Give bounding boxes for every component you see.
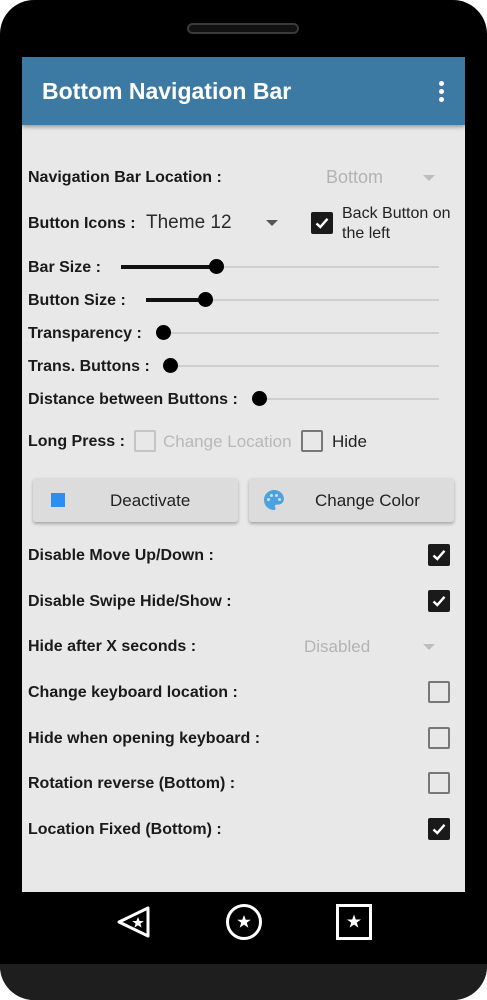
stop-square-icon [51,493,65,507]
chevron-down-icon [423,644,435,650]
hide-checkbox[interactable] [301,430,323,452]
back-button-left-checkbox[interactable] [311,212,333,234]
location-fixed-checkbox[interactable] [428,818,450,840]
change-location-label: Change Location [163,432,292,451]
button-icons-value: Theme 12 [146,212,232,233]
chevron-down-icon [266,220,278,226]
back-triangle-icon[interactable] [116,904,152,940]
disable-move-label: Disable Move Up/Down : [28,547,214,564]
rotation-label: Rotation reverse (Bottom) : [28,775,236,792]
chevron-down-icon [423,175,435,181]
change-keyboard-label: Change keyboard location : [28,684,238,701]
long-press-label: Long Press : [28,433,125,450]
back-button-left-label-line2: the left [342,225,391,242]
phone-chin [0,964,487,1000]
phone-frame: Bottom Navigation Bar Navigation Bar Loc… [0,0,487,1000]
disable-swipe-checkbox[interactable] [428,590,450,612]
button-size-slider[interactable] [146,292,439,307]
hide-keyboard-label: Hide when opening keyboard : [28,730,261,747]
hide-keyboard-checkbox[interactable] [428,727,450,749]
distance-label: Distance between Buttons : [28,391,238,408]
disable-move-checkbox[interactable] [428,544,450,566]
recents-square-star-icon[interactable] [335,903,373,941]
more-vert-icon[interactable] [439,81,445,103]
disable-swipe-label: Disable Swipe Hide/Show : [28,593,232,610]
button-size-label: Button Size : [28,292,126,309]
location-fixed-label: Location Fixed (Bottom) : [28,821,222,838]
hide-after-label: Hide after X seconds : [28,638,197,655]
transparency-label: Transparency : [28,325,142,342]
hide-after-value: Disabled [304,637,371,656]
trans-buttons-label: Trans. Buttons : [28,358,150,375]
slider-thumb[interactable] [198,292,213,307]
transparency-slider[interactable] [156,325,439,340]
slider-thumb[interactable] [252,391,267,406]
change-keyboard-checkbox[interactable] [428,681,450,703]
bar-size-slider[interactable] [121,259,439,274]
app-bar: Bottom Navigation Bar [22,57,465,125]
deactivate-button[interactable]: Deactivate [33,478,238,522]
bar-size-label: Bar Size : [28,259,101,276]
nav-location-value: Bottom [326,167,384,187]
change-location-checkbox[interactable] [134,430,156,452]
back-button-left-label-line1: Back Button on [342,205,451,222]
deactivate-label: Deactivate [110,491,191,510]
home-circle-star-icon[interactable] [225,903,263,941]
palette-icon [264,490,284,510]
slider-thumb[interactable] [163,358,178,373]
hide-label: Hide [332,432,367,451]
button-icons-label: Button Icons : [28,215,136,232]
change-color-button[interactable]: Change Color [249,478,454,522]
nav-location-label: Navigation Bar Location : [28,169,222,186]
change-color-label: Change Color [315,491,420,510]
trans-buttons-slider[interactable] [163,358,439,373]
slider-thumb[interactable] [156,325,171,340]
app-screen: Bottom Navigation Bar Navigation Bar Loc… [22,57,465,892]
speaker-grille [187,23,299,34]
app-title: Bottom Navigation Bar [42,78,292,104]
system-navigation-bar [0,892,487,952]
rotation-checkbox[interactable] [428,772,450,794]
slider-thumb[interactable] [209,259,224,274]
distance-slider[interactable] [252,391,439,406]
